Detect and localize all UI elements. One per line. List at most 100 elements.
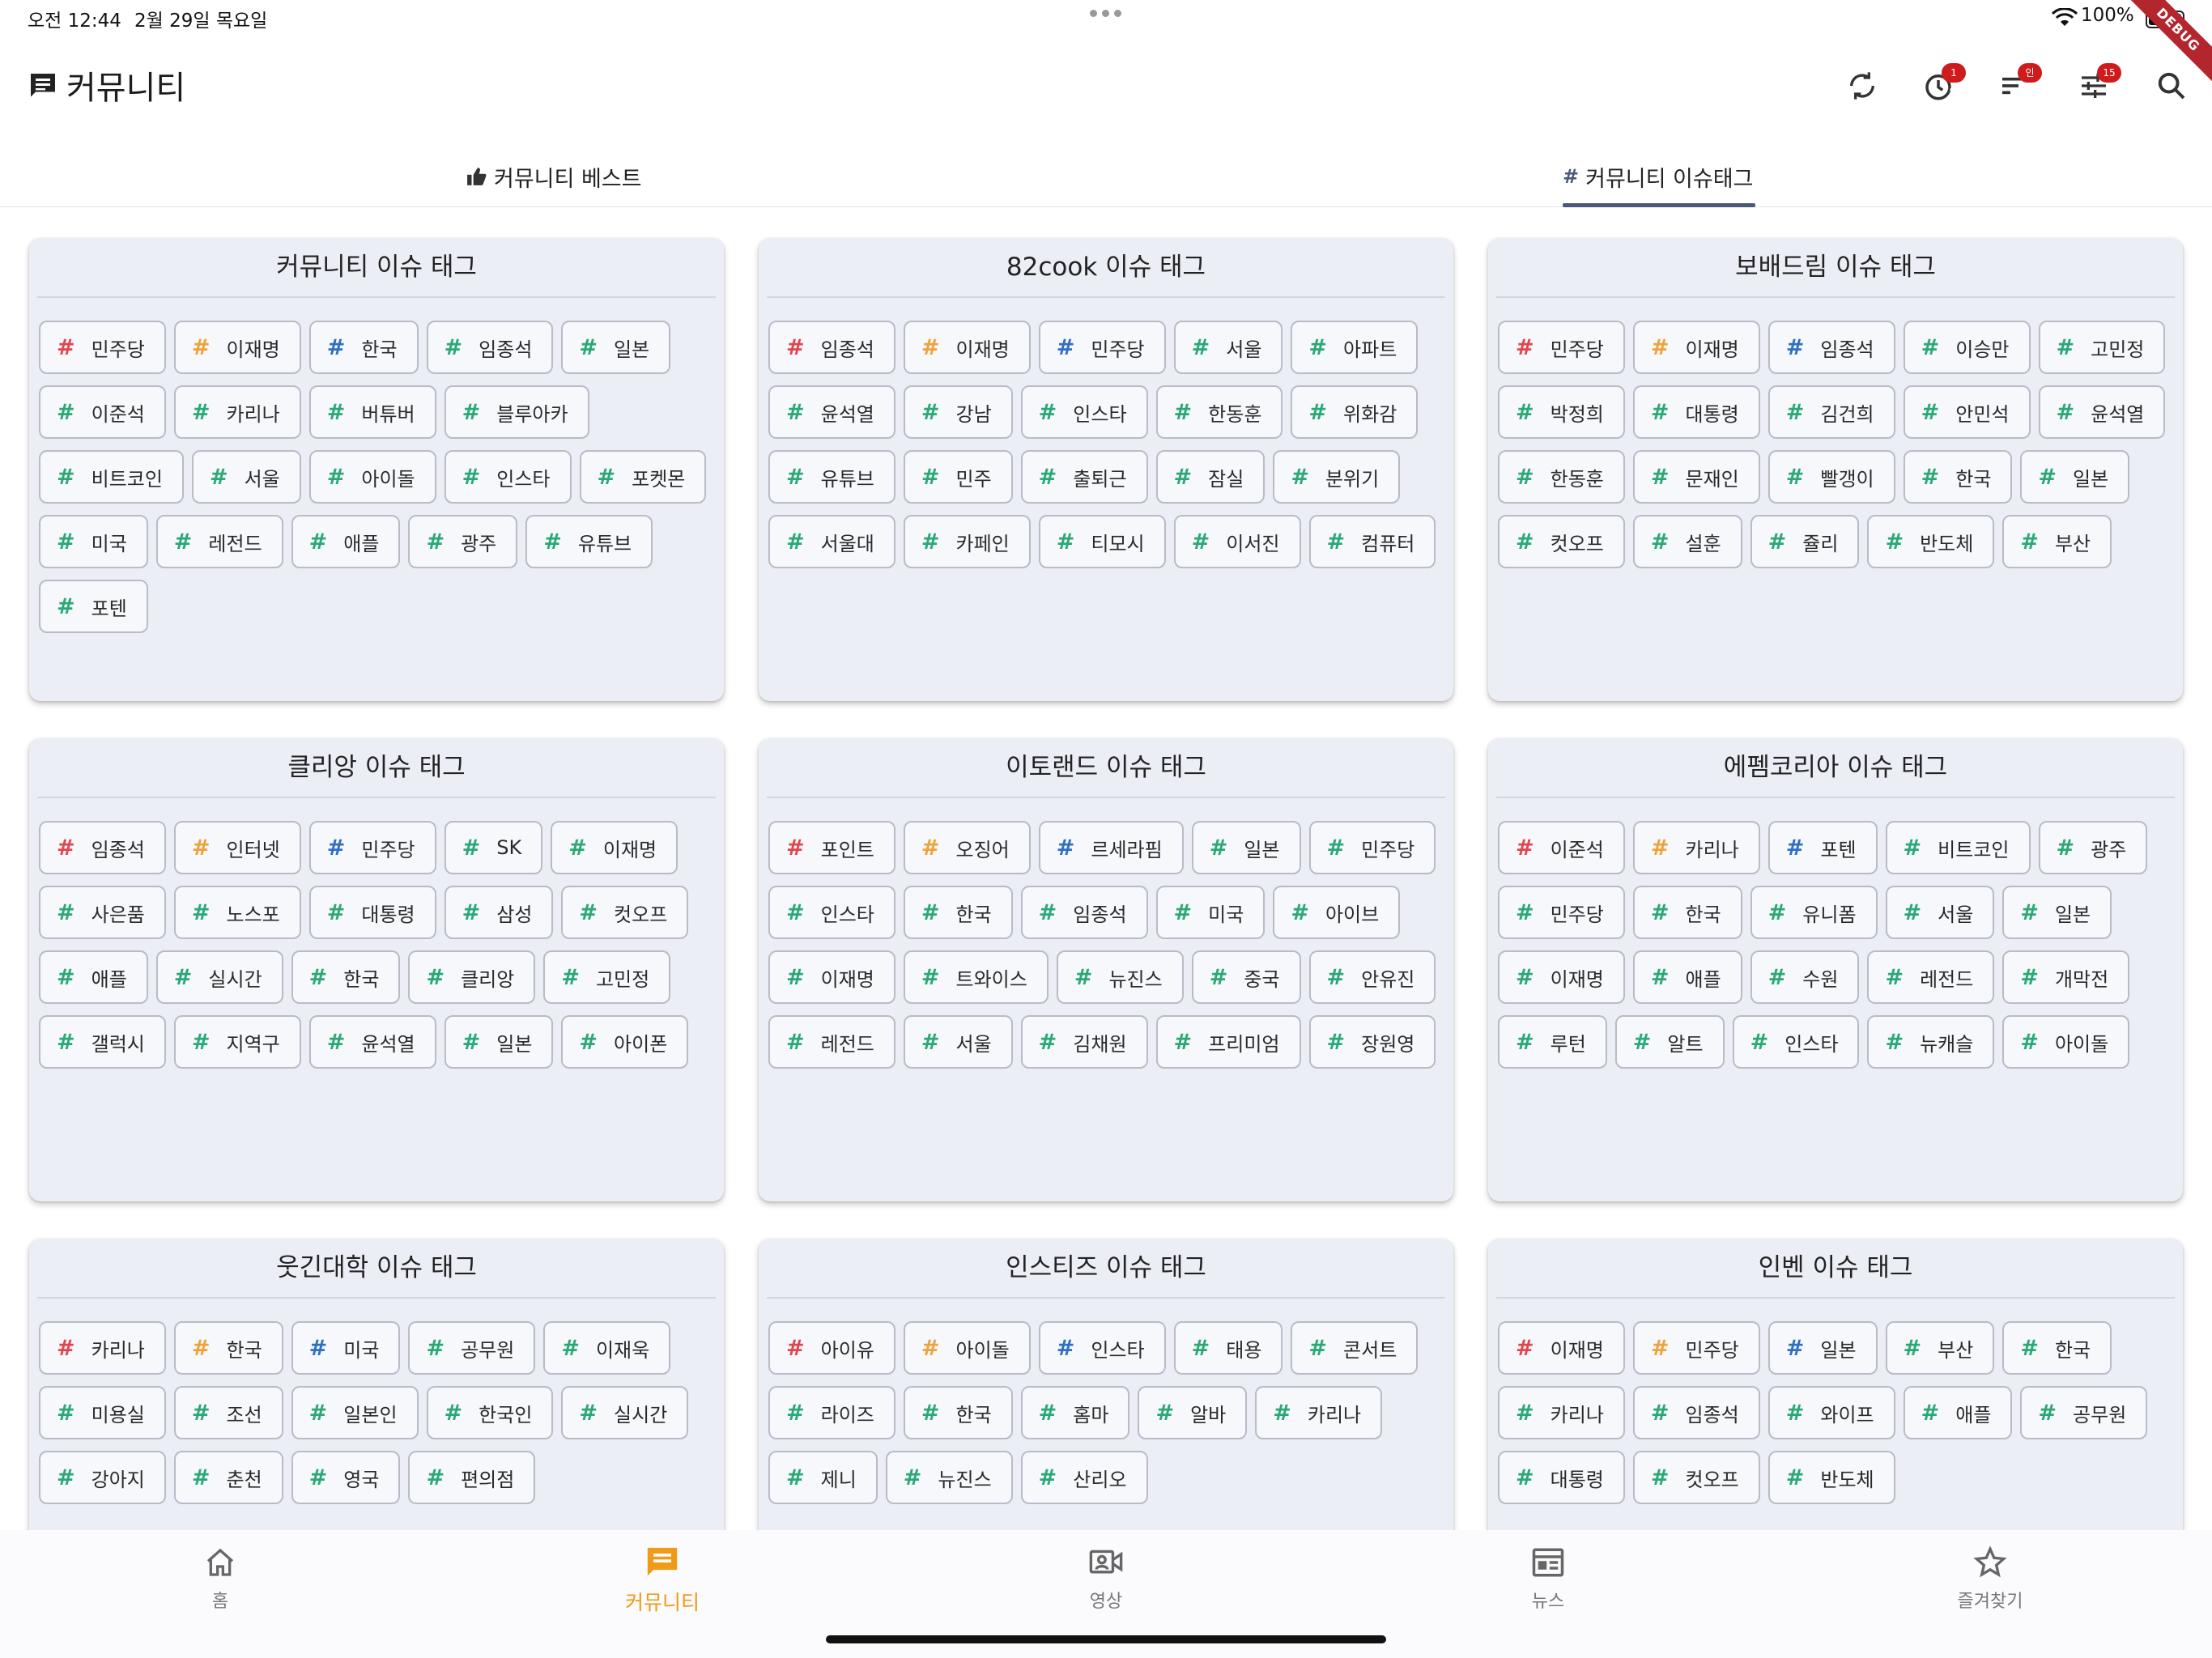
hashtag-chip[interactable]: # 출퇴근 xyxy=(1020,450,1148,504)
hashtag-chip[interactable]: # 문재인 xyxy=(1632,450,1760,504)
hashtag-chip[interactable]: # 개막전 xyxy=(2002,950,2130,1004)
hashtag-chip[interactable]: # 광주 xyxy=(408,515,518,568)
filter-button[interactable]: 15 xyxy=(2069,62,2121,110)
nav-video[interactable]: 영상 xyxy=(1025,1546,1187,1613)
hashtag-chip[interactable]: # 민주당 xyxy=(1038,321,1166,374)
hashtag-chip[interactable]: # 일본 xyxy=(1767,1321,1878,1375)
hashtag-chip[interactable]: # 서울 xyxy=(1173,321,1283,374)
nav-home[interactable]: 홈 xyxy=(139,1546,301,1613)
hashtag-chip[interactable]: # 이재명 xyxy=(1498,1321,1625,1375)
hashtag-chip[interactable]: # 고민정 xyxy=(543,950,671,1004)
hashtag-chip[interactable]: # 위화감 xyxy=(1291,385,1419,439)
hashtag-chip[interactable]: # 티모시 xyxy=(1038,515,1166,568)
hashtag-chip[interactable]: # 미용실 xyxy=(39,1386,166,1439)
hashtag-chip[interactable]: # 한국 xyxy=(173,1321,283,1375)
hashtag-chip[interactable]: # 박정희 xyxy=(1498,385,1625,439)
hashtag-chip[interactable]: # 반도체 xyxy=(1767,1451,1895,1504)
hashtag-chip[interactable]: # 컷오프 xyxy=(1632,1451,1760,1504)
hashtag-chip[interactable]: # 제니 xyxy=(768,1451,878,1504)
hashtag-chip[interactable]: # 민주당 xyxy=(1308,821,1436,874)
hashtag-chip[interactable]: # 강아지 xyxy=(39,1451,166,1504)
hashtag-chip[interactable]: # 이재욱 xyxy=(543,1321,671,1375)
hashtag-chip[interactable]: # 한국인 xyxy=(426,1386,554,1439)
hashtag-chip[interactable]: # 태용 xyxy=(1173,1321,1283,1375)
hashtag-chip[interactable]: # 윤석열 xyxy=(2038,385,2166,439)
hashtag-chip[interactable]: # 쥴리 xyxy=(1750,515,1860,568)
tab-community-best[interactable]: 커뮤니티 베스트 xyxy=(466,146,641,207)
hashtag-chip[interactable]: # 이재명 xyxy=(768,950,895,1004)
hashtag-chip[interactable]: # 한동훈 xyxy=(1498,450,1625,504)
hashtag-chip[interactable]: # 포텐 xyxy=(39,580,148,633)
hashtag-chip[interactable]: # 일본 xyxy=(444,1015,554,1069)
hashtag-chip[interactable]: # 뉴진스 xyxy=(1056,950,1184,1004)
hashtag-chip[interactable]: # 포켓몬 xyxy=(579,450,707,504)
hashtag-chip[interactable]: # 임종석 xyxy=(1020,886,1148,939)
hashtag-chip[interactable]: # 컷오프 xyxy=(561,886,689,939)
hashtag-chip[interactable]: # 라이즈 xyxy=(768,1386,895,1439)
hashtag-chip[interactable]: # 블루아카 xyxy=(444,385,589,439)
hashtag-chip[interactable]: # 아이돌 xyxy=(2002,1015,2130,1069)
hashtag-chip[interactable]: # 편의점 xyxy=(408,1451,536,1504)
hashtag-chip[interactable]: # 대통령 xyxy=(1498,1451,1625,1504)
hashtag-chip[interactable]: # 고민정 xyxy=(2038,321,2166,374)
hashtag-chip[interactable]: # 이재명 xyxy=(903,321,1031,374)
hashtag-chip[interactable]: # 인스타 xyxy=(444,450,572,504)
hashtag-chip[interactable]: # 영국 xyxy=(291,1451,401,1504)
sort-button[interactable]: 인기순 xyxy=(1990,62,2042,117)
hashtag-chip[interactable]: # 안민석 xyxy=(1903,385,2031,439)
hashtag-chip[interactable]: # 컷오프 xyxy=(1498,515,1625,568)
hashtag-chip[interactable]: # 임종석 xyxy=(1767,321,1895,374)
hashtag-chip[interactable]: # 이재명 xyxy=(551,821,678,874)
hashtag-chip[interactable]: # 포인트 xyxy=(768,821,895,874)
hashtag-chip[interactable]: # 인스타 xyxy=(768,886,895,939)
hashtag-chip[interactable]: # 서울대 xyxy=(768,515,895,568)
hashtag-chip[interactable]: # 장원영 xyxy=(1308,1015,1436,1069)
hashtag-chip[interactable]: # 안유진 xyxy=(1308,950,1436,1004)
hashtag-chip[interactable]: # 이서진 xyxy=(1173,515,1301,568)
hashtag-chip[interactable]: # 와이프 xyxy=(1767,1386,1895,1439)
hashtag-chip[interactable]: # 산리오 xyxy=(1020,1451,1148,1504)
hashtag-chip[interactable]: # 아이돌 xyxy=(308,450,436,504)
hashtag-chip[interactable]: # 한국 xyxy=(291,950,401,1004)
hashtag-chip[interactable]: # 민주당 xyxy=(39,321,166,374)
hashtag-chip[interactable]: # 한동훈 xyxy=(1155,385,1283,439)
hashtag-chip[interactable]: # 수원 xyxy=(1750,950,1860,1004)
nav-news[interactable]: 뉴스 xyxy=(1467,1546,1629,1613)
hashtag-chip[interactable]: # 유튜브 xyxy=(768,450,895,504)
hashtag-chip[interactable]: # 한국 xyxy=(903,886,1013,939)
hashtag-chip[interactable]: # 미국 xyxy=(1155,886,1266,939)
hashtag-chip[interactable]: # 일본 xyxy=(2020,450,2130,504)
hashtag-chip[interactable]: # 민주 xyxy=(903,450,1013,504)
hashtag-chip[interactable]: # 알바 xyxy=(1138,1386,1248,1439)
hashtag-chip[interactable]: # 아이돌 xyxy=(903,1321,1031,1375)
hashtag-chip[interactable]: # 아이브 xyxy=(1273,886,1401,939)
hashtag-chip[interactable]: # 비트코인 xyxy=(39,450,184,504)
hashtag-chip[interactable]: # 일본인 xyxy=(291,1386,419,1439)
hashtag-chip[interactable]: # 이준석 xyxy=(39,385,166,439)
hashtag-chip[interactable]: # 유튜브 xyxy=(525,515,653,568)
history-button[interactable]: 1일 xyxy=(1914,62,1966,110)
hashtag-chip[interactable]: # 김건희 xyxy=(1767,385,1895,439)
hashtag-chip[interactable]: # 애플 xyxy=(291,515,401,568)
hashtag-chip[interactable]: # 이재명 xyxy=(173,321,301,374)
hashtag-chip[interactable]: # 임종석 xyxy=(426,321,554,374)
hashtag-chip[interactable]: # 한국 xyxy=(1632,886,1742,939)
hashtag-chip[interactable]: # 일본 xyxy=(2002,886,2112,939)
hashtag-chip[interactable]: # 중국 xyxy=(1191,950,1301,1004)
hashtag-chip[interactable]: # 빨갱이 xyxy=(1767,450,1895,504)
hashtag-chip[interactable]: # 애플 xyxy=(39,950,148,1004)
hashtag-chip[interactable]: # 애플 xyxy=(1632,950,1742,1004)
hashtag-chip[interactable]: # 설훈 xyxy=(1632,515,1742,568)
hashtag-chip[interactable]: # 클리앙 xyxy=(408,950,536,1004)
hashtag-chip[interactable]: # 윤석열 xyxy=(768,385,895,439)
hashtag-chip[interactable]: # 공무원 xyxy=(2020,1386,2148,1439)
hashtag-chip[interactable]: # 민주당 xyxy=(308,821,436,874)
hashtag-chip[interactable]: # 강남 xyxy=(903,385,1013,439)
hashtag-chip[interactable]: # 인터넷 xyxy=(173,821,301,874)
hashtag-chip[interactable]: # 사은품 xyxy=(39,886,166,939)
hashtag-chip[interactable]: # 민주당 xyxy=(1498,886,1625,939)
hashtag-chip[interactable]: # 한국 xyxy=(903,1386,1013,1439)
hashtag-chip[interactable]: # 노스포 xyxy=(173,886,301,939)
hashtag-chip[interactable]: # 뉴진스 xyxy=(885,1451,1013,1504)
nav-favorites[interactable]: 즐겨찾기 xyxy=(1909,1546,2071,1613)
